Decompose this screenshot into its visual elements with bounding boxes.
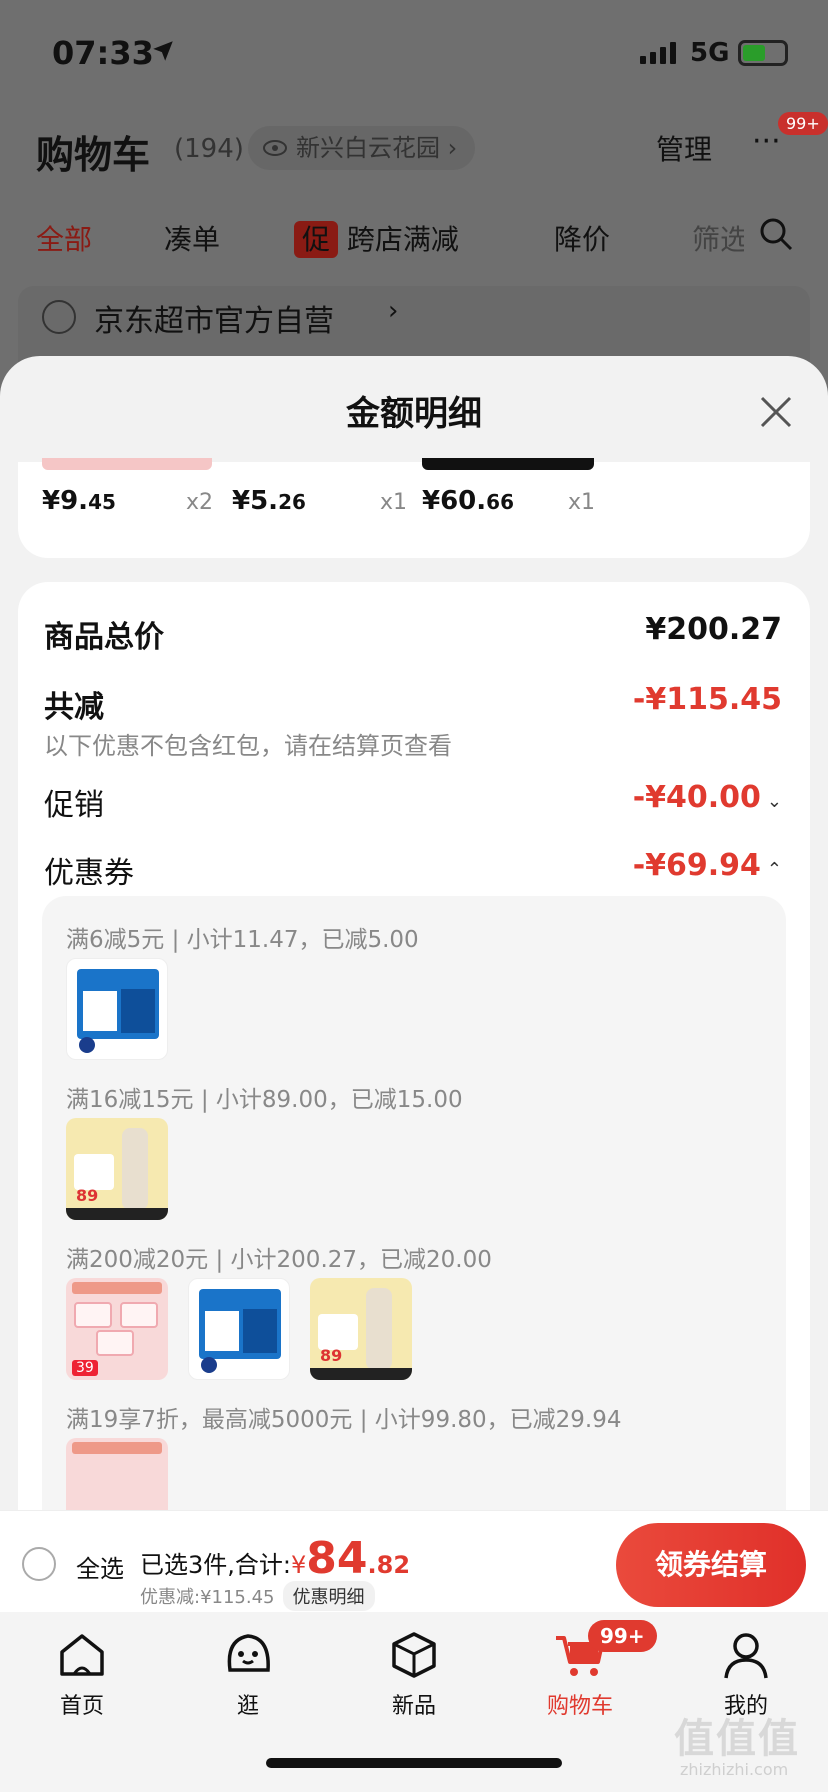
cart-count: (194) [174, 134, 244, 164]
amount-breakdown-card: 商品总价 ¥200.27 共减 -¥115.45 以下优惠不包含红包，请在结算页… [18, 582, 810, 1612]
tab-cart-label: 购物车 [546, 1694, 613, 1719]
close-icon[interactable] [756, 392, 796, 432]
chevron-right-icon: › [388, 296, 399, 326]
tab-browse[interactable]: 逛 [188, 1630, 308, 1720]
promo-row[interactable]: -¥40.00 ⌄ [633, 780, 782, 815]
tab-new-label: 新品 [391, 1694, 436, 1719]
product-thumb-tissue[interactable]: 39 [66, 1278, 168, 1380]
chevron-down-icon: ⌄ [766, 791, 782, 812]
cart-header: 购物车 (194) 新兴白云花园 › 管理 ··· 99+ [36, 112, 828, 178]
promo-value: -¥40.00 [632, 780, 761, 815]
cup-price-tag: 89 [76, 1186, 99, 1205]
tab-home-label: 首页 [59, 1694, 104, 1719]
tab-price-drop[interactable]: 降价 [554, 218, 610, 258]
browse-face-icon [227, 1634, 270, 1672]
user-profile-icon [724, 1633, 768, 1679]
checkout-bar: 全选 已选3件,合计:¥84.82 优惠减:¥115.45 优惠明细 领券结算 [0, 1510, 828, 1612]
shop-name[interactable]: 京东超市官方自营 [94, 296, 334, 340]
tab-browse-label: 逛 [236, 1694, 259, 1719]
promo-tag: 促 [294, 221, 339, 258]
item-qty-1: x2 [186, 490, 214, 515]
summary-total-int: 84 [306, 1533, 368, 1584]
cart-filter-tabs: 全部 凑单 促 跨店满减 降价 筛选 [36, 212, 816, 262]
discount-note: 以下优惠不包含红包，请在结算页查看 [44, 732, 452, 760]
goods-total-value: ¥200.27 [645, 612, 782, 647]
product-thumb-cup[interactable]: 89 [310, 1278, 412, 1380]
coupon-rule-1: 满6减5元 | 小计11.47，已减5.00 [66, 927, 419, 953]
summary-prefix: 已选3件,合计: [140, 1551, 291, 1579]
goods-total-label: 商品总价 [44, 620, 164, 655]
cellular-signal-icon [640, 42, 676, 64]
network-type: 5G [690, 38, 730, 68]
total-reduce-value: -¥115.45 [632, 682, 782, 717]
select-all-radio[interactable] [22, 1547, 56, 1581]
coupon-detail-box: 满6减5元 | 小计11.47，已减5.00 满16减15元 | 小计89.00… [42, 896, 786, 1612]
tab-filter[interactable]: 筛选 [692, 218, 744, 258]
chevron-up-icon: ⌃ [766, 859, 782, 880]
item-price-2: ¥5.26 [232, 486, 306, 516]
discount-detail-link[interactable]: 优惠明细 [282, 1581, 375, 1611]
product-thumb-tissue [42, 458, 212, 470]
status-bar: 07:33 5G [0, 30, 828, 78]
amount-detail-sheet: 金额明细 ¥9.45 x2 ¥5.26 x1 ¥60.66 x1 商品总价 ¥2… [0, 356, 828, 1612]
item-qty-3: x1 [568, 490, 596, 515]
tab-cross-shop-label: 跨店满减 [346, 223, 459, 256]
eye-icon [263, 140, 287, 156]
coupon-value: -¥69.94 [632, 848, 761, 883]
select-all-label[interactable]: 全选 [76, 1549, 124, 1584]
manage-button[interactable]: 管理 [656, 128, 712, 168]
cart-badge: 99+ [588, 1620, 657, 1652]
summary-yen: ¥ [290, 1551, 307, 1579]
tissue-price-tag: 39 [72, 1360, 98, 1376]
item-qty-2: x1 [380, 490, 408, 515]
tab-new[interactable]: 新品 [354, 1630, 474, 1720]
selected-items-card: ¥9.45 x2 ¥5.26 x1 ¥60.66 x1 [18, 458, 810, 558]
product-thumb-cup [422, 458, 594, 470]
discount-line: 优惠减:¥115.45 优惠明细 [140, 1581, 375, 1611]
coupon-label: 优惠券 [44, 856, 134, 891]
checkout-button[interactable]: 领券结算 [616, 1523, 806, 1607]
total-reduce-label: 共减 [44, 690, 104, 725]
more-icon[interactable]: ··· [752, 124, 781, 159]
watermark-url: zhizhizhi.com [680, 1760, 789, 1779]
tab-bundle[interactable]: 凑单 [164, 218, 220, 258]
location-selector[interactable]: 新兴白云花园 › [248, 126, 476, 170]
cup-price-tag: 89 [320, 1346, 343, 1365]
tab-home[interactable]: 首页 [22, 1630, 142, 1720]
location-arrow-icon [153, 41, 173, 61]
promo-label: 促销 [44, 788, 104, 823]
order-summary: 已选3件,合计:¥84.82 [140, 1533, 410, 1584]
coupon-rule-4: 满19享7折，最高减5000元 | 小计99.80，已减29.94 [66, 1407, 622, 1433]
item-price-1: ¥9.45 [42, 486, 116, 516]
tab-all[interactable]: 全部 [36, 218, 92, 258]
product-thumb-battery[interactable] [188, 1278, 290, 1380]
status-time: 07:33 [52, 34, 154, 72]
battery-icon [738, 40, 788, 66]
coupon-rule-3: 满200减20元 | 小计200.27，已减20.00 [66, 1247, 492, 1273]
watermark-text: 值值值 [674, 1716, 800, 1762]
summary-total-cents: .82 [367, 1551, 411, 1579]
chevron-right-icon: › [447, 134, 458, 162]
item-price-3: ¥60.66 [422, 486, 514, 516]
shop-select-radio[interactable] [42, 300, 76, 334]
home-indicator[interactable] [266, 1758, 562, 1768]
location-text: 新兴白云花园 [296, 134, 440, 162]
product-thumb-cup[interactable]: 89 [66, 1118, 168, 1220]
tab-cross-shop[interactable]: 促 跨店满减 [294, 218, 459, 258]
cart-title: 购物车 [36, 133, 151, 177]
product-thumb-battery[interactable] [66, 958, 168, 1060]
more-badge: 99+ [778, 112, 828, 135]
sheet-title: 金额明细 [346, 394, 482, 434]
coupon-row[interactable]: -¥69.94 ⌃ [633, 848, 782, 883]
shop-row: 京东超市官方自营 › [18, 286, 810, 366]
home-icon [60, 1634, 104, 1676]
search-icon[interactable] [758, 216, 794, 252]
package-cube-icon [392, 1632, 436, 1678]
coupon-rule-2: 满16减15元 | 小计89.00，已减15.00 [66, 1087, 463, 1113]
discount-amount: 优惠减:¥115.45 [140, 1587, 275, 1608]
